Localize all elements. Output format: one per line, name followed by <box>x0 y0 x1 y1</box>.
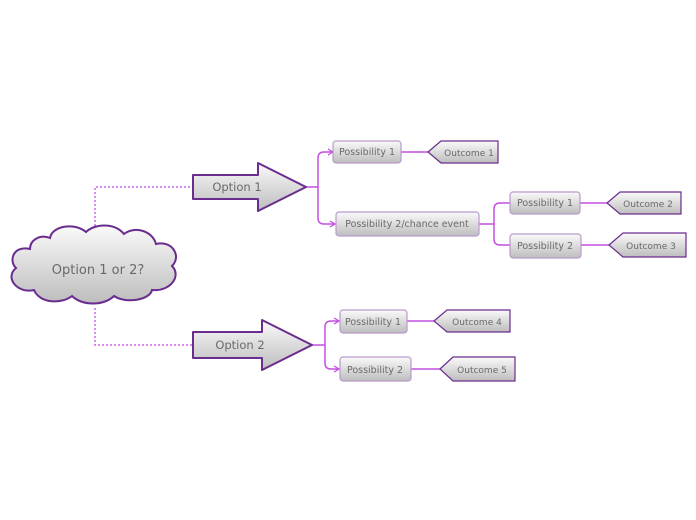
connector-root-option1 <box>94 186 193 230</box>
connector-root-option2 <box>94 308 193 346</box>
outcome-node[interactable]: Outcome 4 <box>433 309 511 333</box>
outcome-node[interactable]: Outcome 3 <box>608 232 687 258</box>
possibility-node[interactable]: Possibility 1 <box>339 309 408 334</box>
possibility-node[interactable]: Possibility 2 <box>339 356 412 382</box>
option-1-label: Option 1 <box>212 180 261 194</box>
svg-text:Outcome 4: Outcome 4 <box>452 318 502 328</box>
outcome-node[interactable]: Outcome 5 <box>439 356 516 382</box>
outcome-node[interactable]: Outcome 1 <box>427 140 499 164</box>
decision-diagram: Option 1 or 2? Option 1 Option 2 Possibi… <box>10 140 687 382</box>
svg-text:Outcome 3: Outcome 3 <box>626 242 676 252</box>
svg-text:Possibility 2/chance event: Possibility 2/chance event <box>345 219 469 230</box>
root-node[interactable]: Option 1 or 2? <box>10 224 177 305</box>
option-2-label: Option 2 <box>215 338 264 352</box>
svg-text:Possibility 2: Possibility 2 <box>347 365 403 376</box>
svg-text:Outcome 5: Outcome 5 <box>457 366 507 376</box>
svg-text:Outcome 1: Outcome 1 <box>444 149 494 159</box>
svg-text:Possibility 2: Possibility 2 <box>517 241 573 252</box>
svg-text:Possibility 1: Possibility 1 <box>517 198 573 209</box>
svg-text:Outcome 2: Outcome 2 <box>623 200 673 210</box>
possibility-node[interactable]: Possibility 1 <box>332 140 402 164</box>
svg-text:Possibility 1: Possibility 1 <box>345 317 401 328</box>
possibility-node-chance-event[interactable]: Possibility 2/chance event <box>335 211 480 237</box>
option-1-node[interactable]: Option 1 <box>192 162 307 212</box>
svg-text:Possibility 1: Possibility 1 <box>339 147 395 158</box>
branch-connectors <box>306 148 609 373</box>
possibility-node[interactable]: Possibility 2 <box>509 233 582 259</box>
root-label: Option 1 or 2? <box>52 263 145 278</box>
outcome-node[interactable]: Outcome 2 <box>606 191 682 215</box>
possibility-node[interactable]: Possibility 1 <box>509 191 581 215</box>
option-2-node[interactable]: Option 2 <box>192 319 313 371</box>
